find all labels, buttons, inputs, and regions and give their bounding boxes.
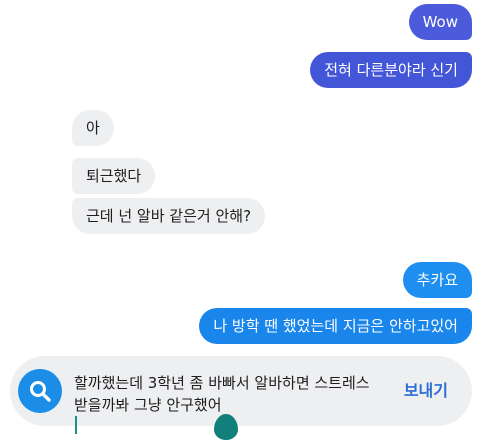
message-input-line-1: 할까했는데 3학년 좀 바빠서 알바하면 스트레스 <box>74 374 370 392</box>
message-bubble-outgoing[interactable]: 전혀 다른분야라 신기 <box>310 52 472 88</box>
message-bubble-outgoing[interactable]: Wow <box>408 4 472 40</box>
message-composer: 할까했는데 3학년 좀 바빠서 알바하면 스트레스 받을까봐 그냥 안구했어 보… <box>10 356 472 434</box>
search-button[interactable] <box>18 369 62 413</box>
text-selection-handle[interactable] <box>214 414 238 440</box>
send-button[interactable]: 보내기 <box>404 379 448 403</box>
search-icon <box>30 381 51 402</box>
message-bubble-incoming[interactable]: 퇴근했다 <box>72 158 156 194</box>
message-bubble-outgoing[interactable]: 추카요 <box>402 262 472 298</box>
message-bubble-outgoing[interactable]: 나 방학 땐 했었는데 지금은 안하고있어 <box>199 308 472 344</box>
text-caret <box>75 416 77 434</box>
message-bubble-incoming[interactable]: 근데 넌 알바 같은거 안해? <box>72 198 266 234</box>
message-bubble-incoming[interactable]: 아 <box>72 110 114 146</box>
